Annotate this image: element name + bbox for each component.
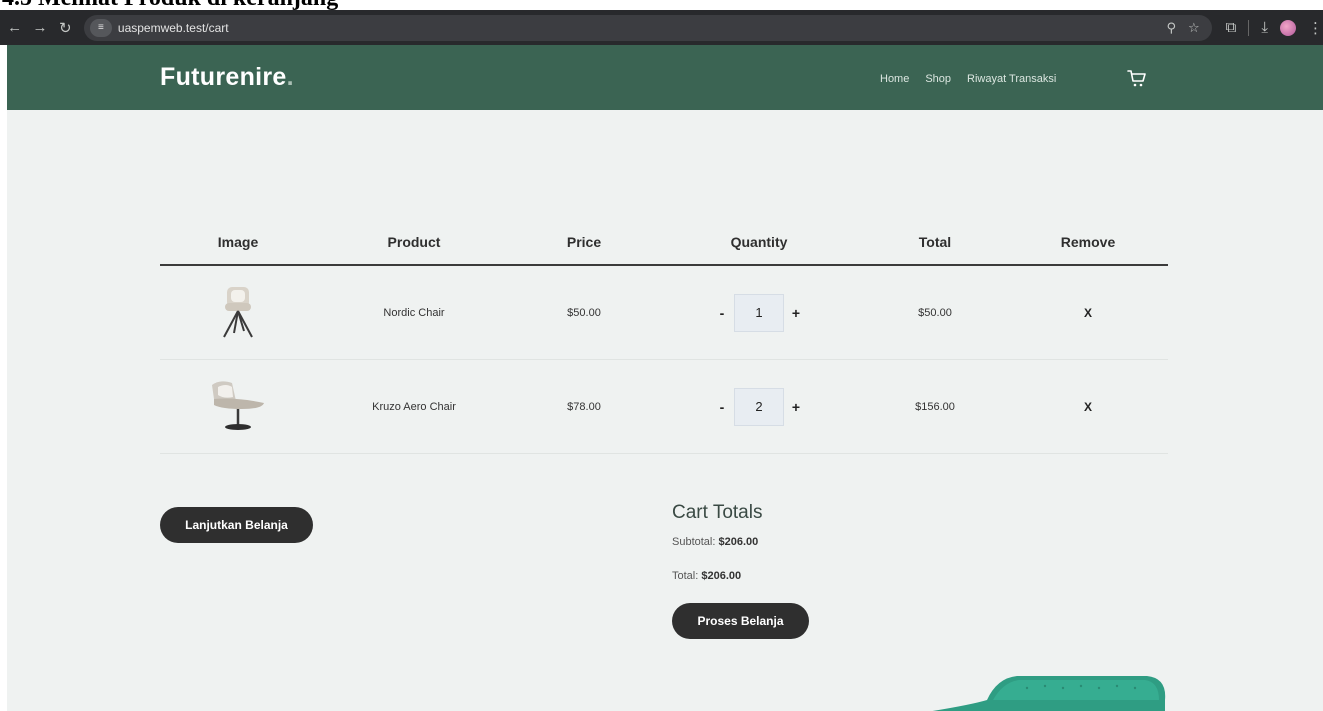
cart-page: Image Product Price Quantity Total Remov… <box>7 110 1323 711</box>
nordic-chair-image <box>223 287 253 338</box>
kruzo-aero-chair-image <box>212 381 264 430</box>
product-thumbnail <box>160 375 316 438</box>
row-total: $50.00 <box>918 306 952 319</box>
download-icon[interactable]: ⤓ <box>1261 19 1268 36</box>
site-logo[interactable]: Futurenire. <box>160 63 294 92</box>
product-name: Nordic Chair <box>383 306 445 319</box>
document-heading: 4.5 Melihat Produk di keranjang <box>0 0 1323 10</box>
profile-avatar[interactable] <box>1280 19 1297 36</box>
site-header: Futurenire. Home Shop Riwayat Transaksi <box>7 45 1323 110</box>
bookmark-star-icon[interactable]: ☆ <box>1188 20 1200 36</box>
url-text[interactable]: uaspemweb.test/cart <box>118 21 1167 35</box>
col-product: Product <box>387 234 441 250</box>
remove-button[interactable]: X <box>1084 306 1092 320</box>
product-price: $78.00 <box>567 400 601 413</box>
extensions-icon[interactable]: ⧉ <box>1226 19 1237 36</box>
decrease-button[interactable]: - <box>710 305 734 321</box>
nav-riwayat-transaksi[interactable]: Riwayat Transaksi <box>967 73 1056 85</box>
quantity-stepper: - + <box>656 387 862 426</box>
cart-table: Image Product Price Quantity Total Remov… <box>160 220 1168 454</box>
cart-totals: Cart Totals Subtotal: $206.00 Total: $20… <box>672 502 762 604</box>
remove-button[interactable]: X <box>1084 400 1092 414</box>
product-name: Kruzo Aero Chair <box>372 400 456 413</box>
col-total: Total <box>918 234 952 250</box>
cart-icon[interactable] <box>1126 69 1148 89</box>
menu-kebab-icon[interactable]: ⋮ <box>1308 19 1323 37</box>
increase-button[interactable]: + <box>784 399 808 415</box>
total-line: Total: $206.00 <box>672 570 742 582</box>
browser-toolbar: ← → ↻ ≡ uaspemweb.test/cart ⚲ ☆ ⧉ ⤓ ⋮ <box>0 10 1323 45</box>
decrease-button[interactable]: - <box>710 399 734 415</box>
col-remove: Remove <box>1060 234 1116 250</box>
site-info-icon[interactable]: ≡ <box>89 18 112 37</box>
sofa-decoration-image <box>932 676 1166 711</box>
toolbar-divider <box>1248 19 1250 36</box>
quantity-input[interactable] <box>734 293 784 332</box>
address-bar[interactable]: ≡ uaspemweb.test/cart ⚲ ☆ <box>83 14 1212 41</box>
zoom-icon[interactable]: ⚲ <box>1166 20 1176 36</box>
nav-home[interactable]: Home <box>880 73 909 85</box>
product-price: $50.00 <box>567 306 601 319</box>
back-icon[interactable]: ← <box>4 19 25 36</box>
forward-icon[interactable]: → <box>29 19 50 36</box>
subtotal-line: Subtotal: $206.00 <box>672 536 759 548</box>
row-total: $156.00 <box>915 400 955 413</box>
product-thumbnail <box>160 281 316 344</box>
table-row: Kruzo Aero Chair $78.00 - + $156.00 X <box>160 360 1168 454</box>
quantity-input[interactable] <box>734 387 784 426</box>
col-price: Price <box>566 234 602 250</box>
continue-shopping-button[interactable]: Lanjutkan Belanja <box>160 507 313 543</box>
table-header: Image Product Price Quantity Total Remov… <box>160 220 1168 266</box>
nav-shop[interactable]: Shop <box>925 73 951 85</box>
main-nav: Home Shop Riwayat Transaksi <box>880 73 1056 85</box>
checkout-button[interactable]: Proses Belanja <box>672 603 809 639</box>
table-row: Nordic Chair $50.00 - + $50.00 X <box>160 266 1168 360</box>
col-image: Image <box>217 234 259 250</box>
col-quantity: Quantity <box>730 234 788 250</box>
increase-button[interactable]: + <box>784 305 808 321</box>
reload-icon[interactable]: ↻ <box>55 19 76 37</box>
quantity-stepper: - + <box>656 293 862 332</box>
cart-totals-title: Cart Totals <box>672 502 763 523</box>
